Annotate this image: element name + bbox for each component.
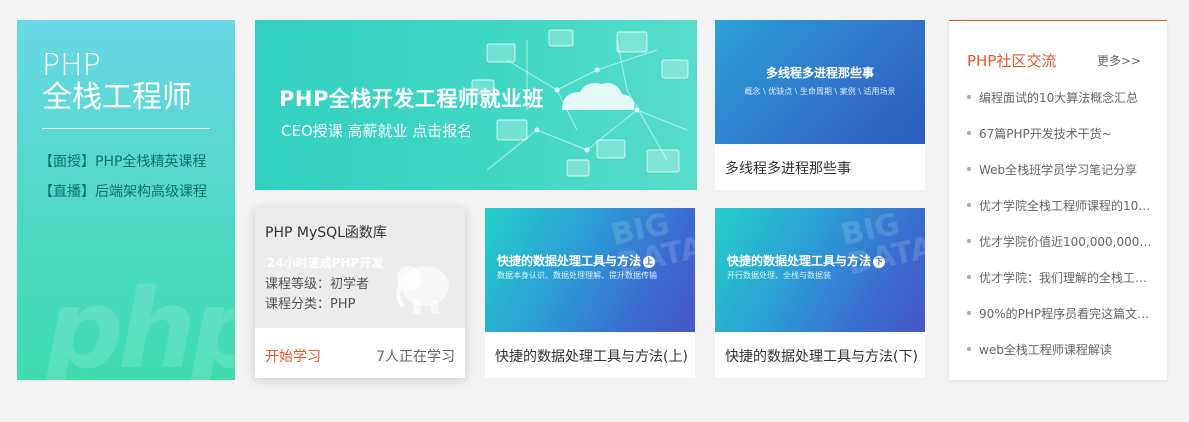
php-watermark: php xyxy=(45,265,235,380)
hero-banner[interactable]: PHP全栈开发工程师就业班 CEO授课 高薪就业 点击报名 xyxy=(255,20,697,190)
course-info-panel: PHP MySQL函数库 24小时速成PHP开发 课程等级：初学者 课程分类：P… xyxy=(255,208,465,328)
more-link[interactable]: 更多>> xyxy=(1097,52,1141,69)
list-item-text: 优才学院全栈工程师课程的10大特点 xyxy=(979,199,1157,213)
thumb-title: 快捷的数据处理工具与方法上 xyxy=(497,252,656,269)
course-card-data-tools-1[interactable]: BIG DATA 快捷的数据处理工具与方法上 数据本身认识、数据处理理解、提升数据… xyxy=(485,208,695,378)
course-card-php-mysql[interactable]: PHP MySQL函数库 24小时速成PHP开发 课程等级：初学者 课程分类：P… xyxy=(255,208,465,378)
course-card-multithread[interactable]: 多线程多进程那些事 概念 \ 优缺点 \ 生命周期 \ 案例 \ 适用场景 多线… xyxy=(715,20,925,190)
banner-title: PHP全栈开发工程师就业班 xyxy=(279,87,544,111)
thumb-subtitle: 概念 \ 优缺点 \ 生命周期 \ 案例 \ 适用场景 xyxy=(744,87,896,96)
bullet-icon xyxy=(967,131,971,135)
bullet-icon xyxy=(967,239,971,243)
list-item-text: 67篇PHP开发技术干货~ xyxy=(979,127,1112,141)
community-title: PHP社区交流 xyxy=(967,52,1057,70)
list-item[interactable]: 优才学院：我们理解的全栈工程师 xyxy=(967,269,1157,305)
list-item-text: 优才学院：我们理解的全栈工程师 xyxy=(979,271,1157,285)
list-item[interactable]: 90%的PHP程序员看完这篇文章都收藏了 xyxy=(967,305,1157,341)
bullet-icon xyxy=(967,311,971,315)
bullet-icon xyxy=(967,95,971,99)
big-data-watermark: BIG DATA xyxy=(837,208,925,283)
thumb-title-text: 快捷的数据处理工具与方法 xyxy=(497,254,642,268)
course-level: 课程等级：初学者 xyxy=(265,277,370,292)
course-caption[interactable]: 快捷的数据处理工具与方法(上) xyxy=(495,346,688,366)
learner-count: 7人正在学习 xyxy=(376,349,455,365)
list-item-text: 90%的PHP程序员看完这篇文章都收藏了 xyxy=(979,307,1157,321)
list-item-text: 编程面试的10大算法概念汇总 xyxy=(979,91,1139,105)
list-item[interactable]: 编程面试的10大算法概念汇总 xyxy=(967,89,1157,125)
bullet-icon xyxy=(967,167,971,171)
promo-link-live-course[interactable]: 【直播】后端架构高级课程 xyxy=(39,181,207,201)
community-panel: PHP社区交流 更多>> 编程面试的10大算法概念汇总 67篇PHP开发技术干货… xyxy=(949,20,1167,380)
course-thumbnail: BIG DATA 快捷的数据处理工具与方法下 开行数据处理、全栈与数据装 xyxy=(715,208,925,332)
thumb-title-text: 快捷的数据处理工具与方法 xyxy=(727,254,872,268)
course-thumbnail: 多线程多进程那些事 概念 \ 优缺点 \ 生命周期 \ 案例 \ 适用场景 xyxy=(715,20,925,144)
course-name: PHP MySQL函数库 xyxy=(265,225,387,241)
elephant-icon xyxy=(396,266,449,314)
course-ghost-text: 24小时速成PHP开发 xyxy=(267,256,384,270)
thumb-subtitle: 数据本身认识、数据处理理解、提升数据传输 xyxy=(497,271,657,280)
banner-subtitle: CEO授课 高薪就业 点击报名 xyxy=(281,122,473,140)
course-category: 课程分类：PHP xyxy=(265,297,356,312)
start-learning-button[interactable]: 开始学习 xyxy=(265,346,321,366)
bullet-icon xyxy=(967,203,971,207)
thumb-title: 快捷的数据处理工具与方法下 xyxy=(727,252,886,269)
promo-title-line2: 全栈工程师 xyxy=(42,80,192,115)
bullet-icon xyxy=(967,347,971,351)
list-item[interactable]: 67篇PHP开发技术干货~ xyxy=(967,125,1157,161)
course-card-data-tools-2[interactable]: BIG DATA 快捷的数据处理工具与方法下 开行数据处理、全栈与数据装 快捷的数… xyxy=(715,208,925,378)
course-thumbnail: BIG DATA 快捷的数据处理工具与方法上 数据本身认识、数据处理理解、提升数据… xyxy=(485,208,695,332)
promo-link-offline-course[interactable]: 【面授】PHP全栈精英课程 xyxy=(39,151,206,171)
list-item-text: web全栈工程师课程解读 xyxy=(979,343,1112,357)
thumb-title: 多线程多进程那些事 xyxy=(765,66,874,80)
community-list: 编程面试的10大算法概念汇总 67篇PHP开发技术干货~ Web全栈班学员学习笔… xyxy=(967,89,1157,377)
course-caption[interactable]: 快捷的数据处理工具与方法(下) xyxy=(725,346,918,366)
part-tag: 上 xyxy=(643,256,656,268)
list-item[interactable]: Web全栈班学员学习笔记分享 xyxy=(967,161,1157,197)
promo-card[interactable]: php PHP 全栈工程师 【面授】PHP全栈精英课程 【直播】后端架构高级课程 xyxy=(17,20,235,380)
course-caption[interactable]: 多线程多进程那些事 xyxy=(725,158,851,178)
list-item[interactable]: 优才学院价值近100,000,000元的课程 xyxy=(967,233,1157,269)
list-item-text: Web全栈班学员学习笔记分享 xyxy=(979,163,1138,177)
promo-title-line1: PHP xyxy=(42,48,101,83)
promo-title: PHP 全栈工程师 xyxy=(42,50,192,114)
list-item-text: 优才学院价值近100,000,000元的课程 xyxy=(979,235,1157,249)
list-item[interactable]: 优才学院全栈工程师课程的10大特点 xyxy=(967,197,1157,233)
thumb-subtitle: 开行数据处理、全栈与数据装 xyxy=(727,271,831,280)
part-tag: 下 xyxy=(873,256,886,268)
bullet-icon xyxy=(967,275,971,279)
promo-divider xyxy=(42,128,210,129)
list-item[interactable]: web全栈工程师课程解读 xyxy=(967,341,1157,377)
